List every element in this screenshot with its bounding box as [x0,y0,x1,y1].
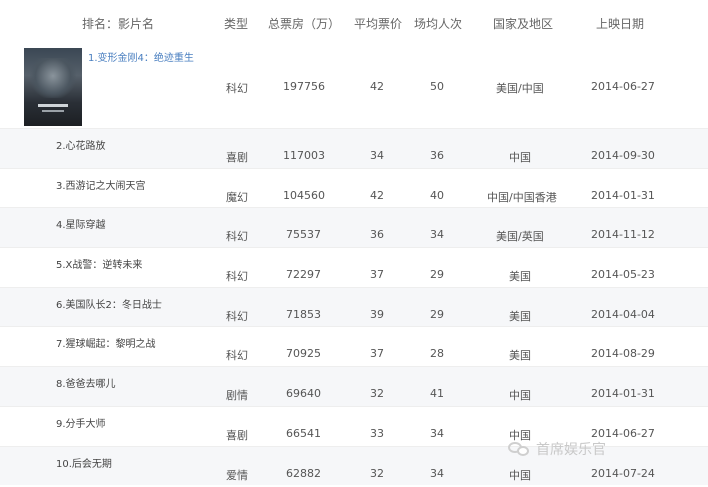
avg-price-cell: 42 [370,188,384,202]
avg-audience-cell: 41 [430,387,444,401]
watermark-text: 首席娱乐官 [536,442,606,458]
release-date-cell: 2014-11-12 [591,228,655,242]
table-row: 2.心花路放 喜剧 117003 34 36 中国 2014-09-30 [0,128,708,168]
box-office-cell: 71853 [286,307,321,321]
genre-cell: 科幻 [226,230,248,244]
avg-price-cell: 34 [370,149,384,162]
movie-title: 4.星际穿越 [56,220,106,232]
box-office-cell: 70925 [286,347,321,361]
header-genre: 类型 [224,17,249,31]
avg-audience-cell: 34 [430,228,444,242]
header-release-date: 上映日期 [596,17,645,31]
movie-title: 9.分手大师 [56,418,106,430]
box-office-cell: 75537 [286,228,321,242]
country-cell: 美国 [509,270,531,284]
release-date-cell: 2014-01-31 [591,387,655,401]
genre-cell: 科幻 [226,270,248,284]
avg-price-cell: 32 [370,466,384,480]
table-row: 1.变形金刚4：绝迹重生 科幻 197756 42 50 美国/中国 2014-… [0,46,708,128]
table-row: 6.美国队长2：冬日战士 科幻 71853 39 29 美国 2014-04-0… [0,286,708,327]
release-date-cell: 2014-09-30 [591,149,655,162]
avg-price-cell: 37 [370,347,384,361]
genre-cell: 爱情 [226,468,248,482]
genre-cell: 科幻 [226,82,248,95]
box-office-cell: 69640 [286,387,321,401]
release-date-cell: 2014-04-04 [591,307,655,321]
header-avg-audience: 场均人次 [414,17,463,31]
avg-audience-cell: 34 [430,426,444,440]
watermark: 首席娱乐官 [508,438,606,460]
avg-audience-cell: 40 [430,188,444,202]
movie-title: 5.X战警：逆转未来 [56,260,143,272]
release-date-cell: 2014-01-31 [591,188,655,202]
country-cell: 美国 [509,309,531,323]
avg-price-cell: 39 [370,307,384,321]
avg-audience-cell: 36 [430,149,444,162]
movie-poster-image[interactable] [24,48,82,126]
country-cell: 中国/中国香港 [487,190,557,204]
genre-cell: 喜剧 [226,428,248,442]
table-row: 5.X战警：逆转未来 科幻 72297 37 29 美国 2014-05-23 [0,247,708,287]
release-date-cell: 2014-05-23 [591,268,655,282]
box-office-table: 排名：影片名 类型 总票房（万） 平均票价 场均人次 国家及地区 上映日期 1.… [0,0,708,487]
country-cell: 中国 [509,389,531,403]
genre-cell: 科幻 [226,349,248,363]
box-office-cell: 117003 [283,149,325,162]
country-cell: 美国/英国 [496,230,544,244]
country-cell: 美国/中国 [496,82,544,95]
genre-cell: 科幻 [226,309,248,323]
avg-price-cell: 32 [370,387,384,401]
avg-price-cell: 42 [370,80,384,93]
table-row: 7.猩球崛起：黎明之战 科幻 70925 37 28 美国 2014-08-29 [0,326,708,366]
table-header: 排名：影片名 类型 总票房（万） 平均票价 场均人次 国家及地区 上映日期 [0,0,708,46]
release-date-cell: 2014-07-24 [591,466,655,480]
genre-cell: 剧情 [226,389,248,403]
header-country: 国家及地区 [493,17,554,31]
wechat-icon [508,440,530,458]
header-rank-name: 排名：影片名 [82,17,155,31]
genre-cell: 喜剧 [226,151,248,164]
box-office-cell: 66541 [286,426,321,440]
header-avg-price: 平均票价 [354,17,403,31]
avg-audience-cell: 29 [430,307,444,321]
genre-cell: 魔幻 [226,190,248,204]
table-row: 4.星际穿越 科幻 75537 36 34 美国/英国 2014-11-12 [0,207,708,248]
avg-audience-cell: 50 [430,80,444,93]
table-row: 8.爸爸去哪儿 剧情 69640 32 41 中国 2014-01-31 [0,366,708,406]
avg-audience-cell: 34 [430,466,444,480]
release-date-cell: 2014-08-29 [591,347,655,361]
country-cell: 中国 [509,468,531,482]
header-box-office: 总票房（万） [268,17,341,31]
release-date-cell: 2014-06-27 [591,80,655,93]
table-row: 3.西游记之大闹天宫 魔幻 104560 42 40 中国/中国香港 2014-… [0,167,708,208]
avg-audience-cell: 29 [430,268,444,282]
country-cell: 美国 [509,349,531,363]
movie-title: 8.爸爸去哪儿 [56,379,116,391]
avg-price-cell: 37 [370,268,384,282]
table-body: 1.变形金刚4：绝迹重生 科幻 197756 42 50 美国/中国 2014-… [0,46,708,486]
movie-title-link[interactable]: 1.变形金刚4：绝迹重生 [88,50,218,67]
avg-price-cell: 33 [370,426,384,440]
movie-title: 6.美国队长2：冬日战士 [56,299,162,311]
box-office-cell: 104560 [283,188,325,202]
avg-price-cell: 36 [370,228,384,242]
movie-title: 7.猩球崛起：黎明之战 [56,339,156,351]
box-office-cell: 197756 [283,80,325,93]
country-cell: 中国 [509,151,531,164]
movie-title: 2.心花路放 [56,141,106,152]
movie-title: 10.后会无期 [56,458,112,470]
box-office-cell: 72297 [286,268,321,282]
movie-title: 3.西游记之大闹天宫 [56,180,146,192]
box-office-cell: 62882 [286,466,321,480]
avg-audience-cell: 28 [430,347,444,361]
